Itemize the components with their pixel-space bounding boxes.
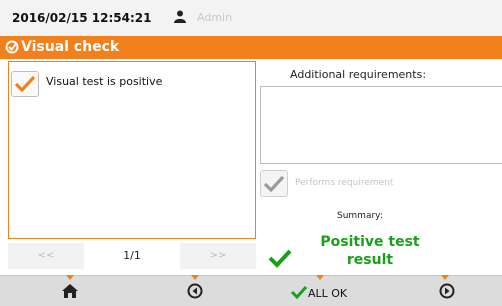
next-button[interactable] [405, 276, 485, 306]
datetime: 2016/02/15 12:54:21 [12, 11, 152, 25]
additional-requirements-label: Additional requirements: [290, 68, 427, 81]
page-title: Visual check [21, 39, 120, 55]
summary-check-icon [268, 249, 292, 268]
visual-test-checkbox[interactable] [11, 71, 39, 97]
next-icon [439, 283, 455, 299]
pager-next-button[interactable]: >> [180, 243, 256, 269]
user-icon [174, 10, 186, 23]
back-icon [187, 283, 203, 299]
performs-requirement-label: Performs requirement [295, 178, 394, 188]
additional-requirements-field[interactable] [260, 86, 502, 164]
pager-page-indicator: 1/1 [123, 249, 141, 262]
summary-result: Positive test result [320, 234, 420, 268]
pager-prev-button[interactable]: << [8, 243, 84, 269]
visual-test-label: Visual test is positive [46, 75, 163, 88]
summary-label: Summary: [337, 211, 383, 221]
check-icon [290, 285, 308, 299]
checkmark-icon [263, 175, 285, 193]
visual-check-icon [5, 40, 19, 54]
checkmark-icon [14, 75, 36, 93]
home-icon [62, 284, 78, 298]
username: Admin [197, 11, 233, 24]
back-button[interactable] [155, 276, 235, 306]
performs-requirement-checkbox[interactable] [260, 170, 288, 197]
home-button[interactable] [30, 276, 110, 306]
all-ok-label: ALL OK [308, 287, 348, 300]
